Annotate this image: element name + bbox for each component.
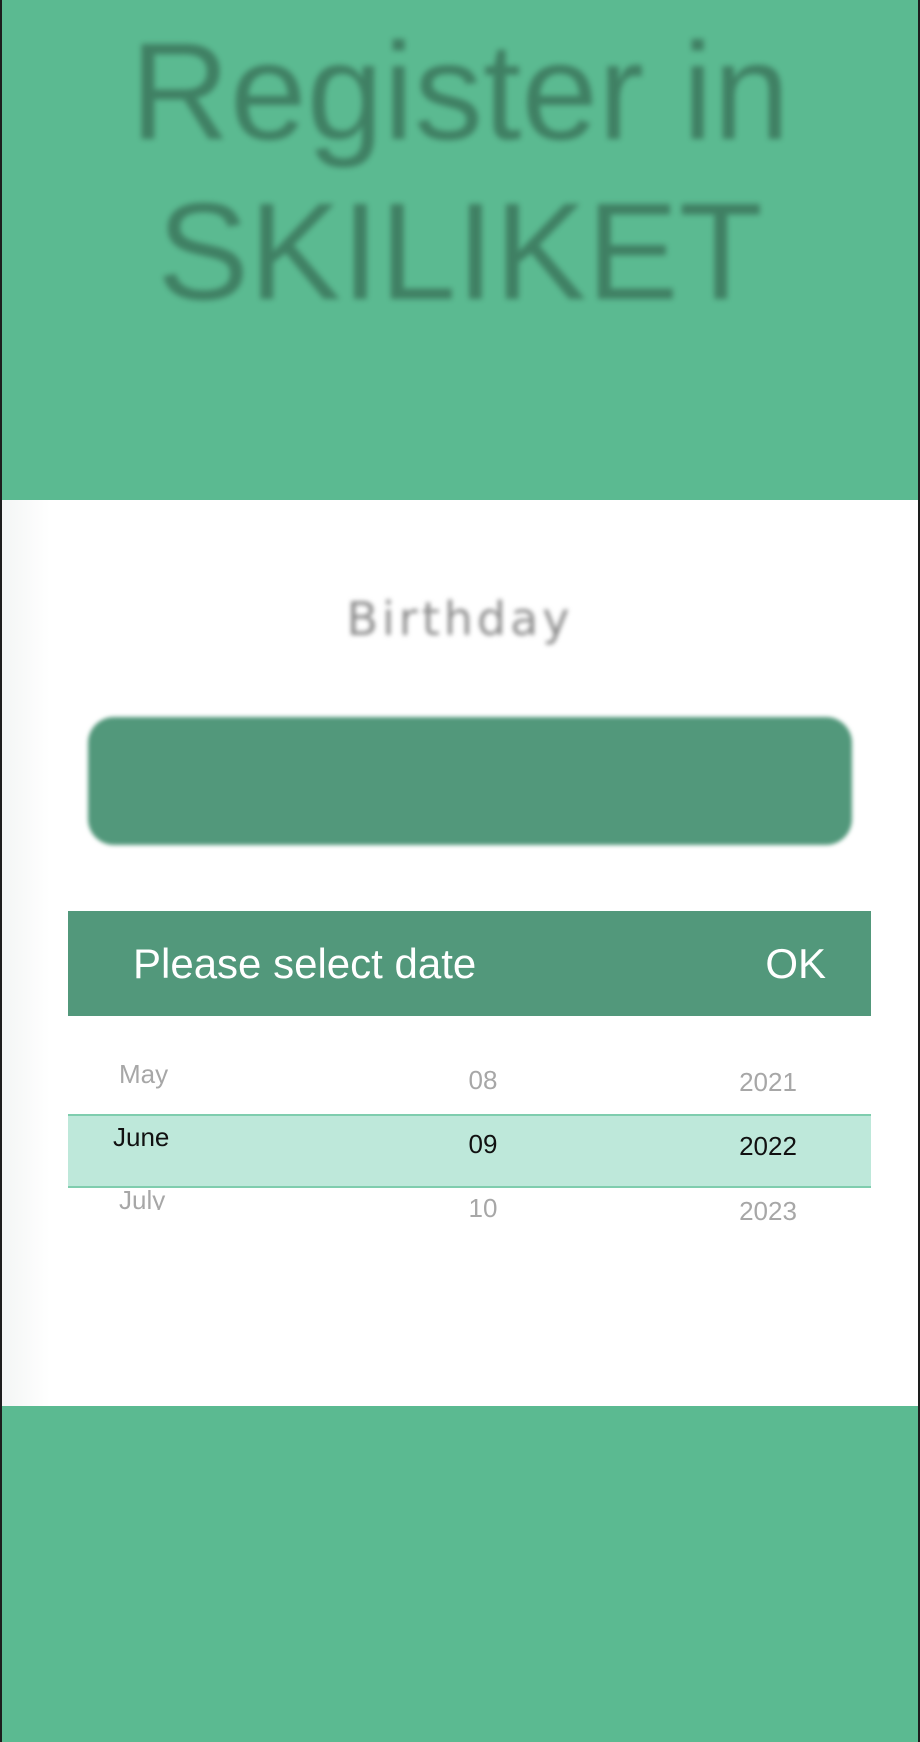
hero-header: Register in SKILIKET	[0, 0, 920, 500]
date-picker-title: Please select date	[133, 940, 477, 987]
footer-area	[0, 1406, 920, 1742]
date-picker-dialog: Please select date OK May June July 08 0…	[68, 911, 871, 1251]
month-option-next[interactable]: July	[119, 1180, 278, 1210]
month-option-selected[interactable]: June	[113, 1117, 278, 1157]
date-picker-header: Please select date OK	[68, 911, 871, 1016]
registration-screen: Register in SKILIKET Birthday Please sel…	[0, 0, 920, 1742]
month-option-previous[interactable]: May	[119, 1054, 278, 1094]
month-wheel[interactable]: May June July	[108, 1016, 278, 1251]
page-title: Register in SKILIKET	[0, 12, 920, 332]
left-screen-edge	[0, 0, 2, 1742]
year-wheel[interactable]: 2021 2022 2023	[688, 1016, 848, 1251]
page-title-line-1: Register in	[130, 15, 790, 169]
day-option-previous[interactable]: 08	[423, 1060, 543, 1100]
year-option-previous[interactable]: 2021	[688, 1062, 848, 1102]
year-option-selected[interactable]: 2022	[688, 1126, 848, 1166]
year-option-next[interactable]: 2023	[688, 1191, 848, 1221]
birthday-label: Birthday	[346, 592, 574, 646]
birthday-field[interactable]	[88, 717, 852, 845]
page-title-line-2: SKILIKET	[157, 175, 763, 329]
day-option-next[interactable]: 10	[423, 1188, 543, 1218]
day-wheel[interactable]: 08 09 10	[423, 1016, 543, 1251]
day-option-selected[interactable]: 09	[423, 1124, 543, 1164]
ok-button[interactable]: OK	[765, 911, 826, 1016]
